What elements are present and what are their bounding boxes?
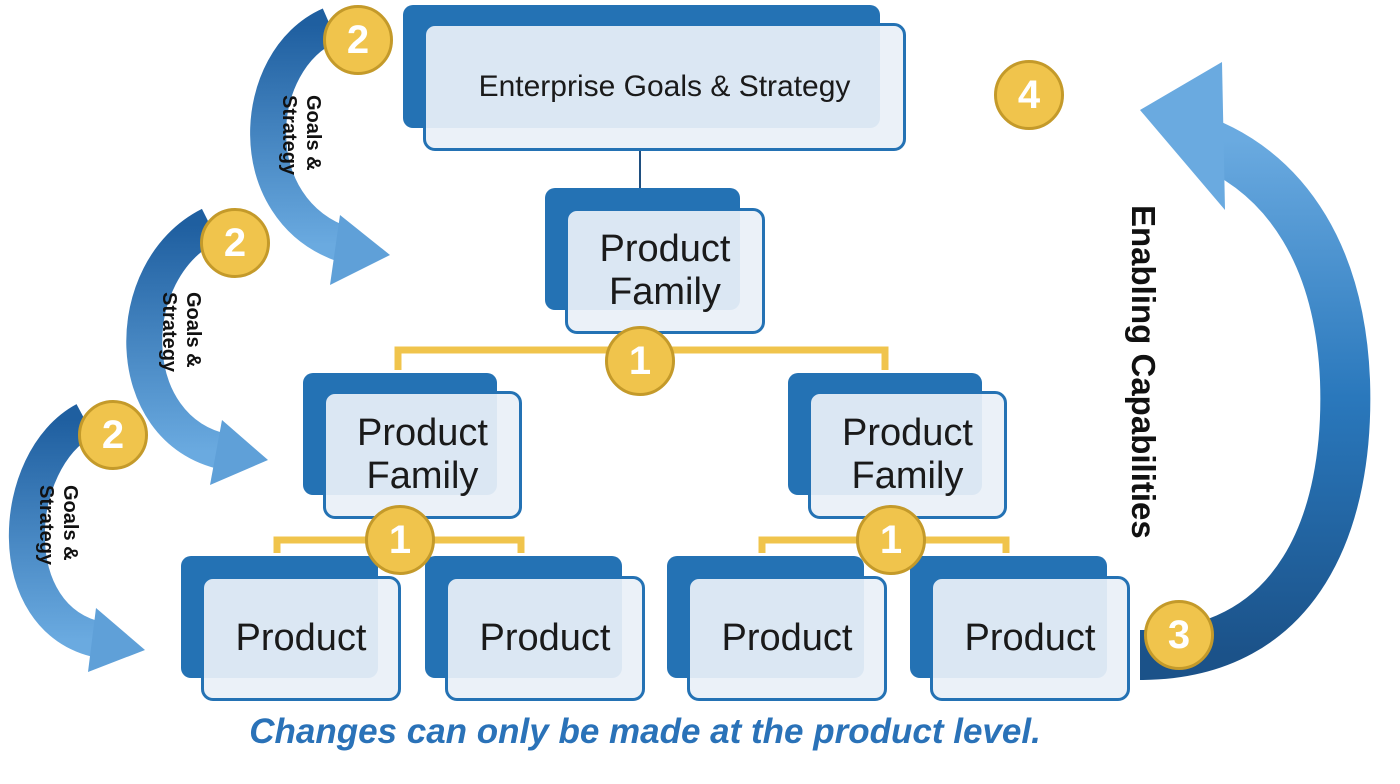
diagram: Enterprise Goals & Strategy Product Fami…	[0, 0, 1400, 784]
enabling-capabilities-label: Enabling Capabilities	[1125, 205, 1162, 539]
goals-strategy-label-bottom: Goals & Strategy	[34, 485, 82, 565]
badge-1: 1	[605, 326, 675, 396]
goals-strategy-label-top: Goals & Strategy	[277, 95, 325, 175]
badge-1: 1	[365, 505, 435, 575]
goals-strategy-label-middle: Goals & Strategy	[157, 292, 205, 372]
enterprise-label: Enterprise Goals & Strategy	[423, 23, 906, 151]
badge-3: 3	[1144, 600, 1214, 670]
enabling-capabilities-arrow	[1139, 62, 1371, 680]
product-label: Product	[201, 576, 401, 701]
goals-label-line2: Strategy	[158, 292, 180, 373]
goals-label-line1: Goals &	[182, 292, 204, 368]
goals-label-line1: Goals &	[59, 485, 81, 561]
badge-2: 2	[323, 5, 393, 75]
caption: Changes can only be made at the product …	[249, 712, 1041, 751]
product-family-label: Product Family	[808, 391, 1007, 519]
goals-label-line2: Strategy	[278, 95, 300, 176]
product-label: Product	[930, 576, 1130, 701]
goals-label-line2: Strategy	[35, 485, 57, 566]
product-family-label: Product Family	[323, 391, 522, 519]
badge-2: 2	[78, 400, 148, 470]
product-label: Product	[687, 576, 887, 701]
badge-2: 2	[200, 208, 270, 278]
product-family-label: Product Family	[565, 208, 765, 334]
badge-1: 1	[856, 505, 926, 575]
product-label: Product	[445, 576, 645, 701]
badge-4: 4	[994, 60, 1064, 130]
goals-label-line1: Goals &	[302, 95, 324, 171]
